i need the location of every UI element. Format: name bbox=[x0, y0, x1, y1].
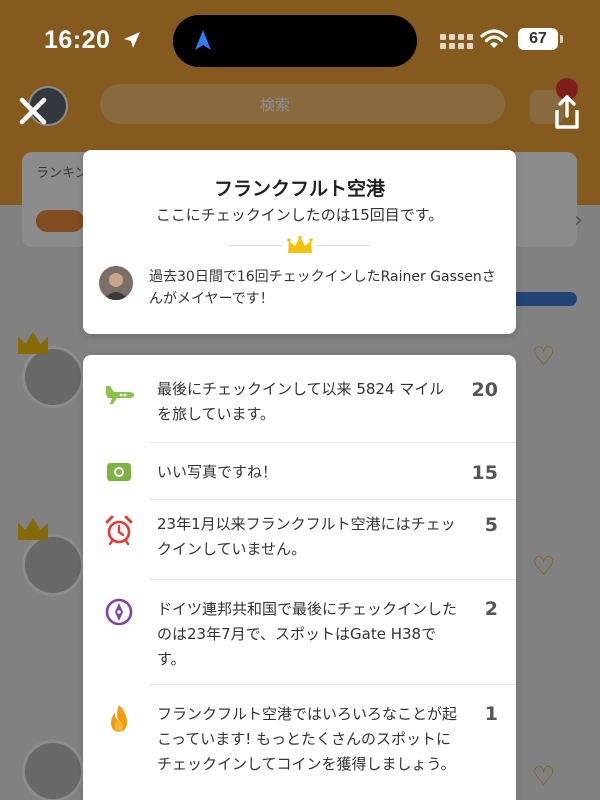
crown-icon bbox=[287, 236, 313, 253]
stat-text: フランクフルト空港ではいろいろなことが起こっています! もっとたくさんのスポット… bbox=[157, 705, 458, 773]
stat-text: 23年1月以来フランクフルト空港にはチェックインしていません。 bbox=[157, 515, 456, 558]
stat-value: 15 bbox=[471, 462, 498, 484]
cellular-signal-icon bbox=[440, 34, 473, 50]
battery-level: 67 bbox=[518, 28, 558, 50]
share-button[interactable] bbox=[550, 94, 584, 130]
camera-icon bbox=[107, 463, 131, 481]
stat-row: 23年1月以来フランクフルト空港にはチェックインしていません。 5 bbox=[83, 500, 516, 580]
location-arrow-icon bbox=[124, 32, 140, 48]
compass-icon bbox=[105, 598, 133, 626]
person-photo-icon bbox=[99, 266, 133, 300]
close-button[interactable] bbox=[14, 92, 52, 130]
mayor-avatar[interactable] bbox=[99, 266, 133, 300]
wifi-icon bbox=[480, 29, 508, 48]
battery-cap bbox=[560, 35, 563, 43]
checkin-count-text: ここにチェックインしたのは15回目です。 bbox=[155, 206, 444, 224]
stat-row: フランクフルト空港ではいろいろなことが起こっています! もっとたくさんのスポット… bbox=[83, 685, 516, 800]
stat-value: 5 bbox=[484, 514, 498, 536]
stat-value: 2 bbox=[484, 598, 498, 620]
venue-name: フランクフルト空港 bbox=[213, 178, 385, 200]
stat-value: 1 bbox=[484, 703, 498, 725]
navigation-arrow-icon bbox=[195, 30, 211, 50]
stat-value: 20 bbox=[471, 379, 498, 401]
divider-right bbox=[316, 245, 371, 246]
flame-icon bbox=[111, 705, 127, 732]
stat-text: いい写真ですね！ bbox=[157, 463, 278, 481]
stat-text: 最後にチェックインして以来 5824 マイル を旅しています。 bbox=[157, 380, 445, 423]
airplane-icon bbox=[106, 386, 134, 404]
status-time: 16:20 bbox=[44, 26, 111, 54]
dynamic-island bbox=[173, 15, 417, 67]
venue-summary-card: フランクフルト空港 ここにチェックインしたのは15回目です。 過去30日間で16… bbox=[83, 150, 516, 334]
stat-row: ドイツ連邦共和国で最後にチェックインしたのは23年7月で、スポットはGate H… bbox=[83, 580, 516, 685]
mayor-text: 過去30日間で16回チェックインしたRainer Gassenさんがメイヤーです… bbox=[149, 269, 496, 307]
alarm-clock-icon bbox=[105, 515, 133, 546]
stat-row: いい写真ですね！ 15 bbox=[83, 443, 516, 500]
stat-text: ドイツ連邦共和国で最後にチェックインしたのは23年7月で、スポットはGate H… bbox=[157, 600, 458, 668]
stats-list-card: 最後にチェックインして以来 5824 マイル を旅しています。 20 いい写真で… bbox=[83, 355, 516, 800]
status-bar: 16:20 67 bbox=[0, 0, 600, 70]
divider-left bbox=[228, 245, 283, 246]
stat-row: 最後にチェックインして以来 5824 マイル を旅しています。 20 bbox=[83, 355, 516, 443]
